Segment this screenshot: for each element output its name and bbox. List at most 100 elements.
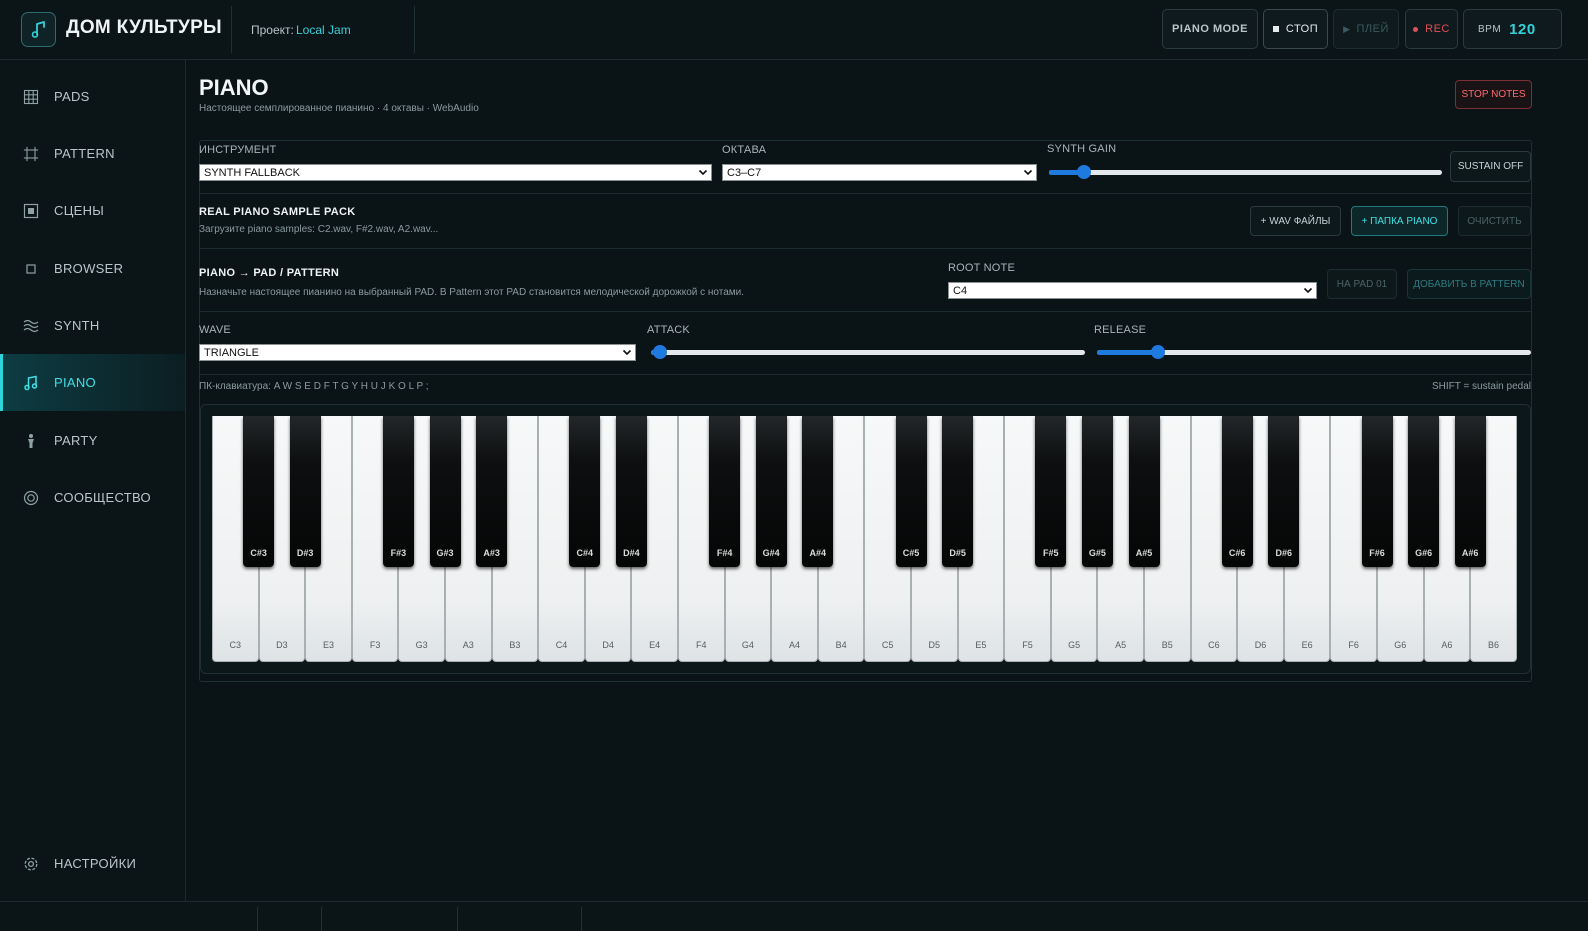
- gear-icon: [23, 856, 39, 872]
- release-slider[interactable]: [1097, 345, 1531, 359]
- synth-gain-slider[interactable]: [1049, 165, 1442, 179]
- key-label: C4: [555, 640, 568, 650]
- black-key-csharp5[interactable]: C#5: [895, 416, 927, 567]
- octave-label: ОКТАВА: [722, 144, 767, 156]
- slider-thumb[interactable]: [1150, 345, 1165, 359]
- black-key-fsharp6[interactable]: F#6: [1361, 416, 1393, 567]
- row-divider: [200, 311, 1531, 312]
- rec-button[interactable]: REC: [1405, 9, 1458, 49]
- black-key-fsharp4[interactable]: F#4: [709, 416, 741, 567]
- key-label: D#5: [949, 548, 966, 558]
- key-label: E5: [975, 640, 987, 650]
- slider-thumb[interactable]: [652, 345, 667, 359]
- black-key-asharp3[interactable]: A#3: [476, 416, 508, 567]
- sidebar-item-piano[interactable]: PIANO: [0, 354, 185, 411]
- bpm-control[interactable]: BPM 120: [1463, 9, 1562, 49]
- add-wav-files-button[interactable]: + WAV ФАЙЛЫ: [1250, 206, 1341, 236]
- key-label: B6: [1487, 640, 1499, 650]
- clear-samples-button[interactable]: ОЧИСТИТЬ: [1458, 206, 1531, 236]
- bpm-value: 120: [1509, 20, 1536, 38]
- black-key-csharp4[interactable]: C#4: [569, 416, 601, 567]
- add-piano-folder-button[interactable]: + ПАПКА PIANO: [1351, 206, 1448, 236]
- black-key-dsharp5[interactable]: D#5: [942, 416, 974, 567]
- black-key-asharp5[interactable]: A#5: [1128, 416, 1160, 567]
- black-key-asharp6[interactable]: A#6: [1454, 416, 1486, 567]
- instrument-label: ИНСТРУМЕНТ: [199, 144, 277, 156]
- sidebar-item-pads[interactable]: PADS: [0, 68, 185, 125]
- black-key-gsharp3[interactable]: G#3: [429, 416, 461, 567]
- stop-notes-button[interactable]: STOP NOTES: [1455, 80, 1532, 109]
- play-button[interactable]: ▶ ПЛЕЙ: [1333, 9, 1399, 49]
- top-header: ДОМ КУЛЬТУРЫ Проект: Local Jam PIANO MOD…: [0, 0, 1588, 60]
- status-bar: [0, 901, 1588, 931]
- key-label: E6: [1301, 640, 1313, 650]
- octave-select[interactable]: C3–C7: [722, 164, 1037, 181]
- instrument-select[interactable]: SYNTH FALLBACK: [199, 164, 712, 181]
- slider-thumb[interactable]: [1077, 165, 1092, 179]
- sidebar-item-scenes[interactable]: СЦЕНЫ: [0, 182, 185, 239]
- target-icon: [23, 490, 39, 506]
- key-label: D6: [1254, 640, 1267, 650]
- sidebar-item-label: НАСТРОЙКИ: [54, 856, 137, 871]
- key-label: B3: [509, 640, 521, 650]
- sidebar-item-synth[interactable]: SYNTH: [0, 297, 185, 354]
- sidebar-item-party[interactable]: PARTY: [0, 412, 185, 469]
- crop-icon: [23, 146, 39, 162]
- key-label: G#6: [1415, 548, 1433, 558]
- black-key-asharp4[interactable]: A#4: [802, 416, 834, 567]
- key-label: E3: [322, 640, 334, 650]
- wave-label: WAVE: [199, 324, 231, 336]
- key-label: F3: [369, 640, 381, 650]
- key-label: G4: [741, 640, 754, 650]
- stop-button[interactable]: СТОП: [1263, 9, 1328, 49]
- key-label: D3: [276, 640, 288, 650]
- record-icon: [1413, 26, 1419, 32]
- sidebar-item-label: СЦЕНЫ: [54, 203, 105, 218]
- black-key-dsharp6[interactable]: D#6: [1268, 416, 1300, 567]
- add-to-pattern-button[interactable]: ДОБАВИТЬ В PATTERN: [1407, 269, 1531, 299]
- assign-to-pad-button[interactable]: НА PAD 01: [1327, 269, 1397, 299]
- sidebar-item-label: PARTY: [54, 433, 98, 448]
- row-divider: [200, 374, 1531, 375]
- sustain-toggle-button[interactable]: SUSTAIN OFF: [1450, 151, 1531, 182]
- black-key-dsharp4[interactable]: D#4: [615, 416, 647, 567]
- root-note-label: ROOT NOTE: [948, 262, 1015, 274]
- sample-pack-title: REAL PIANO SAMPLE PACK: [199, 206, 356, 218]
- black-key-dsharp3[interactable]: D#3: [289, 416, 321, 567]
- stop-icon: [1272, 26, 1279, 32]
- key-label: G#5: [1088, 548, 1106, 558]
- key-label: D#4: [623, 548, 640, 558]
- black-key-fsharp5[interactable]: F#5: [1035, 416, 1067, 567]
- key-label: D5: [928, 640, 941, 650]
- black-key-gsharp6[interactable]: G#6: [1408, 416, 1440, 567]
- app-logo[interactable]: [21, 12, 56, 47]
- wave-select[interactable]: TRIANGLE: [199, 344, 636, 361]
- attack-slider[interactable]: [651, 345, 1085, 359]
- wave-icon: [23, 318, 39, 334]
- black-key-gsharp5[interactable]: G#5: [1081, 416, 1113, 567]
- page-title: PIANO: [199, 75, 269, 100]
- key-label: G3: [415, 640, 428, 650]
- sidebar-item-community[interactable]: СООБЩЕСТВО: [0, 469, 185, 526]
- key-label: A3: [462, 640, 474, 650]
- black-key-gsharp4[interactable]: G#4: [755, 416, 787, 567]
- sidebar: PADS PATTERN СЦЕНЫ BROWSER SYNTH PIANO P…: [0, 60, 186, 901]
- project-name[interactable]: Local Jam: [296, 23, 351, 37]
- status-divider: [257, 907, 258, 931]
- black-key-csharp3[interactable]: C#3: [243, 416, 275, 567]
- sidebar-item-label: SYNTH: [54, 318, 100, 333]
- sidebar-item-settings[interactable]: НАСТРОЙКИ: [0, 835, 185, 892]
- key-label: A#3: [483, 548, 500, 558]
- key-label: F4: [696, 640, 707, 650]
- piano-mode-button[interactable]: PIANO MODE: [1162, 9, 1258, 49]
- synth-gain-label: SYNTH GAIN: [1047, 143, 1117, 155]
- row-divider: [200, 193, 1531, 194]
- key-label: A#5: [1135, 548, 1153, 558]
- black-key-csharp6[interactable]: C#6: [1221, 416, 1253, 567]
- black-key-fsharp3[interactable]: F#3: [382, 416, 414, 567]
- sidebar-item-label: BROWSER: [54, 261, 124, 276]
- sidebar-item-pattern[interactable]: PATTERN: [0, 125, 185, 182]
- sidebar-item-browser[interactable]: BROWSER: [0, 240, 185, 297]
- key-label: G6: [1394, 640, 1407, 650]
- root-note-select[interactable]: C4: [948, 282, 1317, 299]
